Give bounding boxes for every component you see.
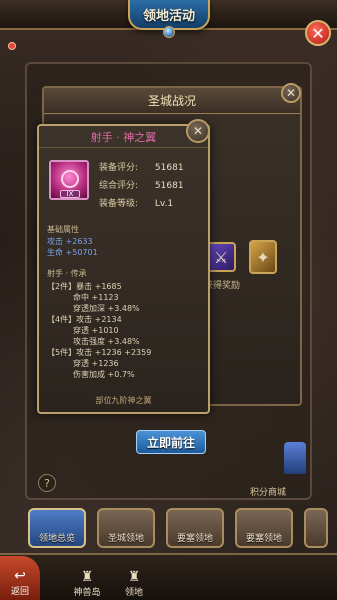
tier-badge: IX	[60, 190, 80, 198]
reward-item-icon[interactable]: ✦	[249, 240, 277, 274]
back-button[interactable]: ↩ 返回	[0, 556, 40, 600]
panel-title: 圣城战况	[44, 88, 300, 114]
go-now-button[interactable]: 立即前往	[136, 430, 206, 454]
notification-dot-icon	[8, 42, 16, 50]
stat-row: 装备评分: 51681	[99, 163, 184, 173]
tab-holy-city[interactable]: 圣城领地	[97, 508, 155, 548]
nav-territory[interactable]: ♜ 领地	[115, 562, 153, 600]
base-attributes: 攻击 +2633 生命 +50701	[47, 237, 98, 257]
title-gem-icon	[163, 26, 175, 38]
panel-close-icon[interactable]: ✕	[281, 83, 301, 103]
shop-label[interactable]: 积分商城	[250, 485, 286, 498]
reward-item-icon[interactable]: ⚔	[206, 242, 236, 272]
base-attributes-title: 基础属性	[47, 225, 79, 234]
castle-icon: ♜	[127, 569, 141, 585]
back-label: 返回	[10, 587, 29, 597]
tooltip-close-icon[interactable]: ✕	[186, 119, 210, 143]
back-arrow-icon: ↩	[14, 568, 26, 584]
tooltip-footer: 部位九阶神之翼	[95, 396, 152, 405]
shop-icon[interactable]	[284, 442, 306, 474]
help-icon[interactable]: ?	[38, 474, 56, 492]
equipment-tooltip: 射手 · 神之翼 IX 装备评分: 51681 综合评分: 51681 装备等级…	[37, 124, 210, 414]
stat-row: 综合评分: 51681	[99, 181, 184, 191]
tooltip-title: 射手 · 神之翼	[39, 126, 208, 148]
bottom-nav-bar	[0, 553, 337, 600]
set-title: 射手 · 传承	[47, 269, 87, 278]
close-icon[interactable]: ✕	[305, 20, 331, 46]
tab-territory-overview[interactable]: 领地总览	[28, 508, 86, 548]
tab-more[interactable]	[304, 508, 328, 548]
set-bonuses: 【2件】暴击 +1685 命中 +1123 穿透加深 +3.48% 【4件】攻击…	[47, 282, 152, 379]
stat-row: 装备等级: Lv.1	[99, 199, 174, 209]
wing-item-icon: IX	[49, 160, 89, 200]
castle-icon: ♜	[80, 569, 94, 585]
tab-fortress-1[interactable]: 要塞领地	[166, 508, 224, 548]
nav-beast-island[interactable]: ♜ 神兽岛	[68, 562, 106, 600]
tab-fortress-2[interactable]: 要塞领地	[235, 508, 293, 548]
